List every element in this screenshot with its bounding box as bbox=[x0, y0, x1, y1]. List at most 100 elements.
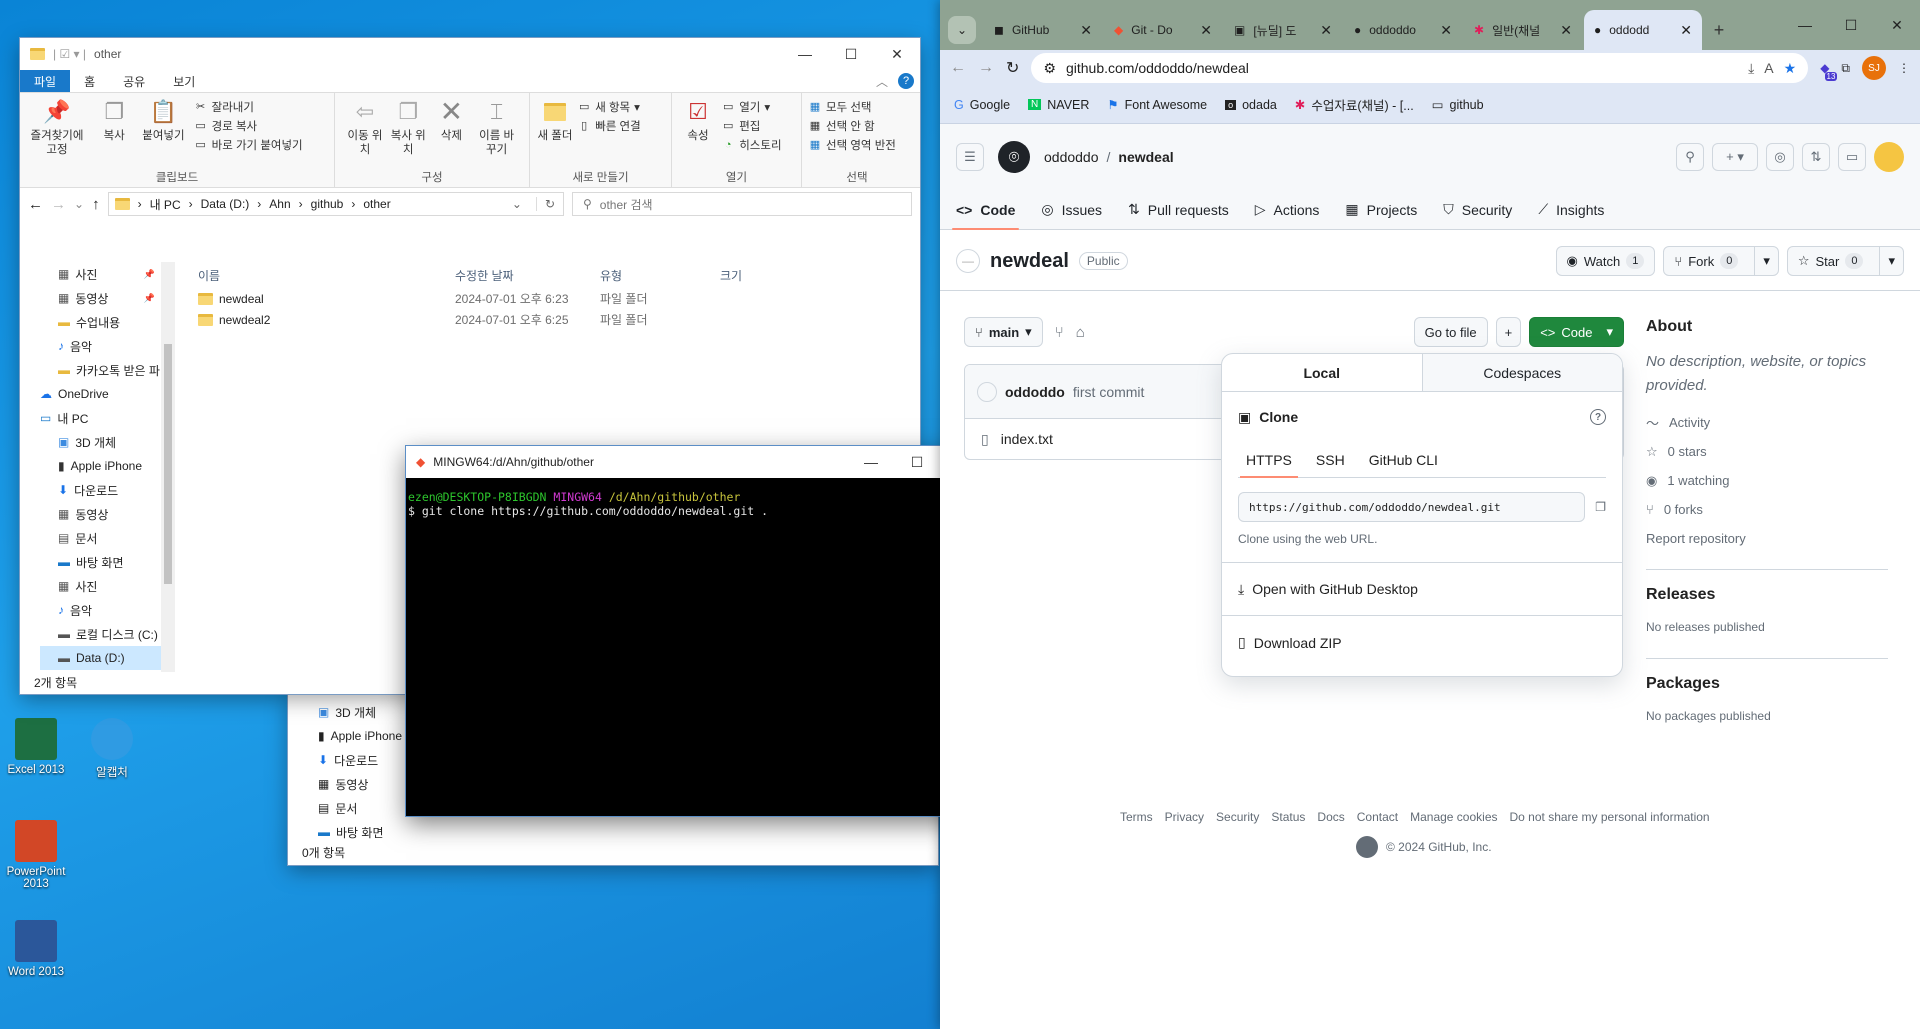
close-button[interactable]: ✕ bbox=[1874, 0, 1920, 50]
bookmark-folder[interactable]: ▭ github bbox=[1432, 97, 1484, 113]
nav-item[interactable]: ♪ 음악 bbox=[40, 334, 175, 358]
word-shortcut[interactable]: Word 2013 bbox=[0, 920, 72, 978]
footer-link[interactable]: Privacy bbox=[1165, 810, 1204, 824]
tab-view[interactable]: 보기 bbox=[159, 70, 209, 92]
open-desktop-button[interactable]: ⤓ Open with GitHub Desktop bbox=[1222, 563, 1622, 616]
bookmark-item[interactable]: G Google bbox=[954, 98, 1010, 112]
github-logo-icon[interactable]: ⌾ bbox=[998, 141, 1030, 173]
bookmark-item[interactable]: N NAVER bbox=[1028, 98, 1089, 112]
activity-link[interactable]: 〜 Activity bbox=[1646, 408, 1888, 437]
site-info-icon[interactable]: ⚙ bbox=[1043, 60, 1056, 77]
nav-item[interactable]: ▦ 동영상 bbox=[40, 502, 175, 526]
column-type[interactable]: 유형 bbox=[600, 267, 720, 284]
column-size[interactable]: 크기 bbox=[720, 267, 800, 284]
nav-item[interactable]: ▭ 내 PC bbox=[40, 406, 175, 430]
explorer-titlebar[interactable]: | ☑ ▾ | other — ☐ ✕ bbox=[20, 38, 920, 70]
excel-shortcut[interactable]: Excel 2013 bbox=[0, 718, 72, 776]
repo-name-link[interactable]: newdeal bbox=[1118, 149, 1173, 165]
protocol-ssh[interactable]: SSH bbox=[1316, 452, 1345, 468]
user-avatar[interactable] bbox=[1874, 142, 1904, 172]
breadcrumb-item[interactable]: github bbox=[311, 197, 344, 211]
issues-icon[interactable]: ◎ bbox=[1766, 143, 1794, 171]
maximize-button[interactable]: ☐ bbox=[828, 38, 874, 70]
repo-tab-actions[interactable]: ▷ Actions bbox=[1255, 190, 1320, 229]
browser-tab[interactable]: ✱ 일반(채널 ✕ bbox=[1464, 10, 1582, 50]
stars-link[interactable]: ☆ 0 stars bbox=[1646, 437, 1888, 466]
rename-button[interactable]: ⌶ 이름 바꾸기 bbox=[475, 97, 519, 157]
file-row[interactable]: newdeal2 2024-07-01 오후 6:25 파일 폴더 bbox=[198, 309, 920, 330]
nav-item[interactable]: ▬ 로컬 디스크 (C:) bbox=[40, 622, 175, 646]
code-button[interactable]: <> Code ▾ bbox=[1529, 317, 1624, 347]
reload-icon[interactable]: ↻ bbox=[1006, 58, 1019, 78]
nav-item[interactable]: ☁ OneDrive bbox=[40, 382, 175, 406]
nav-item[interactable]: ▬ 수업내용 bbox=[40, 310, 175, 334]
file-name-link[interactable]: index.txt bbox=[1001, 431, 1053, 447]
branches-icon[interactable]: ⑂ bbox=[1055, 324, 1064, 341]
footer-link[interactable]: Manage cookies bbox=[1410, 810, 1497, 824]
delete-button[interactable]: ✕ 삭제 bbox=[431, 97, 471, 143]
nav-item[interactable]: ▬ 카카오톡 받은 파 bbox=[40, 358, 175, 382]
search-button[interactable]: ⚲ bbox=[1676, 143, 1704, 171]
bookmark-item[interactable]: ✱ 수업자료(채널) - [... bbox=[1295, 95, 1414, 114]
browser-tab[interactable]: ▣ [뉴딜] 도 ✕ bbox=[1224, 10, 1342, 50]
minimize-button[interactable]: — bbox=[1782, 0, 1828, 50]
protocol-https[interactable]: HTTPS bbox=[1240, 442, 1298, 478]
tab-file[interactable]: 파일 bbox=[20, 70, 71, 92]
omnibox[interactable]: ⚙ github.com/oddoddo/newdeal ⤓ A ★ bbox=[1031, 53, 1809, 83]
menu-icon[interactable]: ⋮ bbox=[1898, 61, 1910, 75]
new-tab-button[interactable]: + bbox=[1704, 10, 1734, 50]
search-input[interactable]: ⚲ other 검색 bbox=[572, 192, 912, 216]
nav-item[interactable]: ▤ 문서 bbox=[40, 526, 175, 550]
watching-link[interactable]: ◉ 1 watching bbox=[1646, 466, 1888, 495]
nav-item[interactable]: ▬ 바탕 화면 bbox=[318, 820, 458, 844]
paste-shortcut-button[interactable]: ▭ 바로 가기 붙여넣기 bbox=[194, 135, 302, 154]
paste-button[interactable]: 📋 붙여넣기 bbox=[140, 97, 186, 143]
nav-item[interactable]: ▬ 바탕 화면 bbox=[40, 550, 175, 574]
move-to-button[interactable]: ⇦ 이동 위치 bbox=[345, 97, 385, 157]
repo-tab-issues[interactable]: ◎ Issues bbox=[1041, 190, 1102, 229]
go-to-file-button[interactable]: Go to file bbox=[1413, 317, 1488, 347]
download-zip-button[interactable]: ▯ Download ZIP bbox=[1222, 616, 1622, 669]
open-button[interactable]: ▭ 열기 ▾ bbox=[721, 97, 781, 116]
up-icon[interactable]: ↑ bbox=[92, 196, 100, 213]
new-item-button[interactable]: ▭ 새 항목 ▾ bbox=[577, 97, 641, 116]
maximize-button[interactable]: ☐ bbox=[894, 446, 940, 478]
extensions-puzzle-icon[interactable]: ⧉ bbox=[1841, 61, 1850, 76]
alcapture-shortcut[interactable]: 알캡처 bbox=[76, 718, 148, 780]
properties-button[interactable]: ☑ 속성 bbox=[678, 97, 718, 143]
breadcrumb-item[interactable]: other bbox=[363, 197, 390, 211]
footer-link[interactable]: Status bbox=[1271, 810, 1305, 824]
repo-tab-code[interactable]: <> Code bbox=[951, 190, 1020, 230]
repo-tab-insights[interactable]: ⟋ Insights bbox=[1538, 190, 1604, 229]
breadcrumb-item[interactable]: Data (D:) bbox=[201, 197, 250, 211]
repo-owner-link[interactable]: oddoddo bbox=[1044, 149, 1099, 165]
nav-item[interactable]: ▦ 사진 bbox=[40, 574, 175, 598]
copy-path-button[interactable]: ▭ 경로 복사 bbox=[194, 116, 303, 135]
select-none-button[interactable]: ▦ 선택 안 함 bbox=[808, 116, 906, 135]
profile-avatar[interactable]: SJ bbox=[1862, 56, 1886, 80]
breadcrumb-item[interactable]: 내 PC bbox=[150, 196, 181, 213]
forward-icon[interactable]: → bbox=[978, 59, 994, 77]
minimize-button[interactable]: — bbox=[782, 38, 828, 70]
packages-title[interactable]: Packages bbox=[1646, 675, 1888, 693]
browser-tab-active[interactable]: ● oddodd ✕ bbox=[1584, 10, 1702, 50]
footer-link[interactable]: Docs bbox=[1317, 810, 1344, 824]
address-bar[interactable]: › 내 PC › Data (D:) › Ahn › github › other ⌄ ↻ bbox=[107, 192, 564, 216]
tab-local[interactable]: Local bbox=[1222, 354, 1423, 391]
refresh-icon[interactable]: ↻ bbox=[535, 197, 563, 211]
nav-item[interactable]: ▬ Data (D:) bbox=[40, 646, 175, 670]
forward-icon[interactable]: → bbox=[51, 196, 66, 213]
pull-requests-icon[interactable]: ⇅ bbox=[1802, 143, 1830, 171]
terminal-window[interactable]: ◆ MINGW64:/d/Ahn/github/other — ☐ ✕ ezen… bbox=[406, 446, 986, 816]
pin-button[interactable]: 📌 즐겨찾기에 고정 bbox=[26, 97, 88, 157]
add-file-button[interactable]: + bbox=[1495, 317, 1522, 347]
report-link[interactable]: Report repository bbox=[1646, 524, 1888, 553]
file-row[interactable]: newdeal 2024-07-01 오후 6:23 파일 폴더 bbox=[198, 288, 920, 309]
branch-selector[interactable]: ⑂ main ▾ bbox=[964, 317, 1043, 347]
browser-tab[interactable]: ◼ GitHub ✕ bbox=[984, 10, 1102, 50]
copy-icon[interactable]: ❐ bbox=[1595, 500, 1606, 514]
maximize-button[interactable]: ☐ bbox=[1828, 0, 1874, 50]
terminal-titlebar[interactable]: ◆ MINGW64:/d/Ahn/github/other — ☐ ✕ bbox=[406, 446, 986, 478]
nav-item[interactable]: ▦ 동영상 📌 bbox=[40, 286, 175, 310]
install-icon[interactable]: ⤓ bbox=[1748, 60, 1754, 77]
